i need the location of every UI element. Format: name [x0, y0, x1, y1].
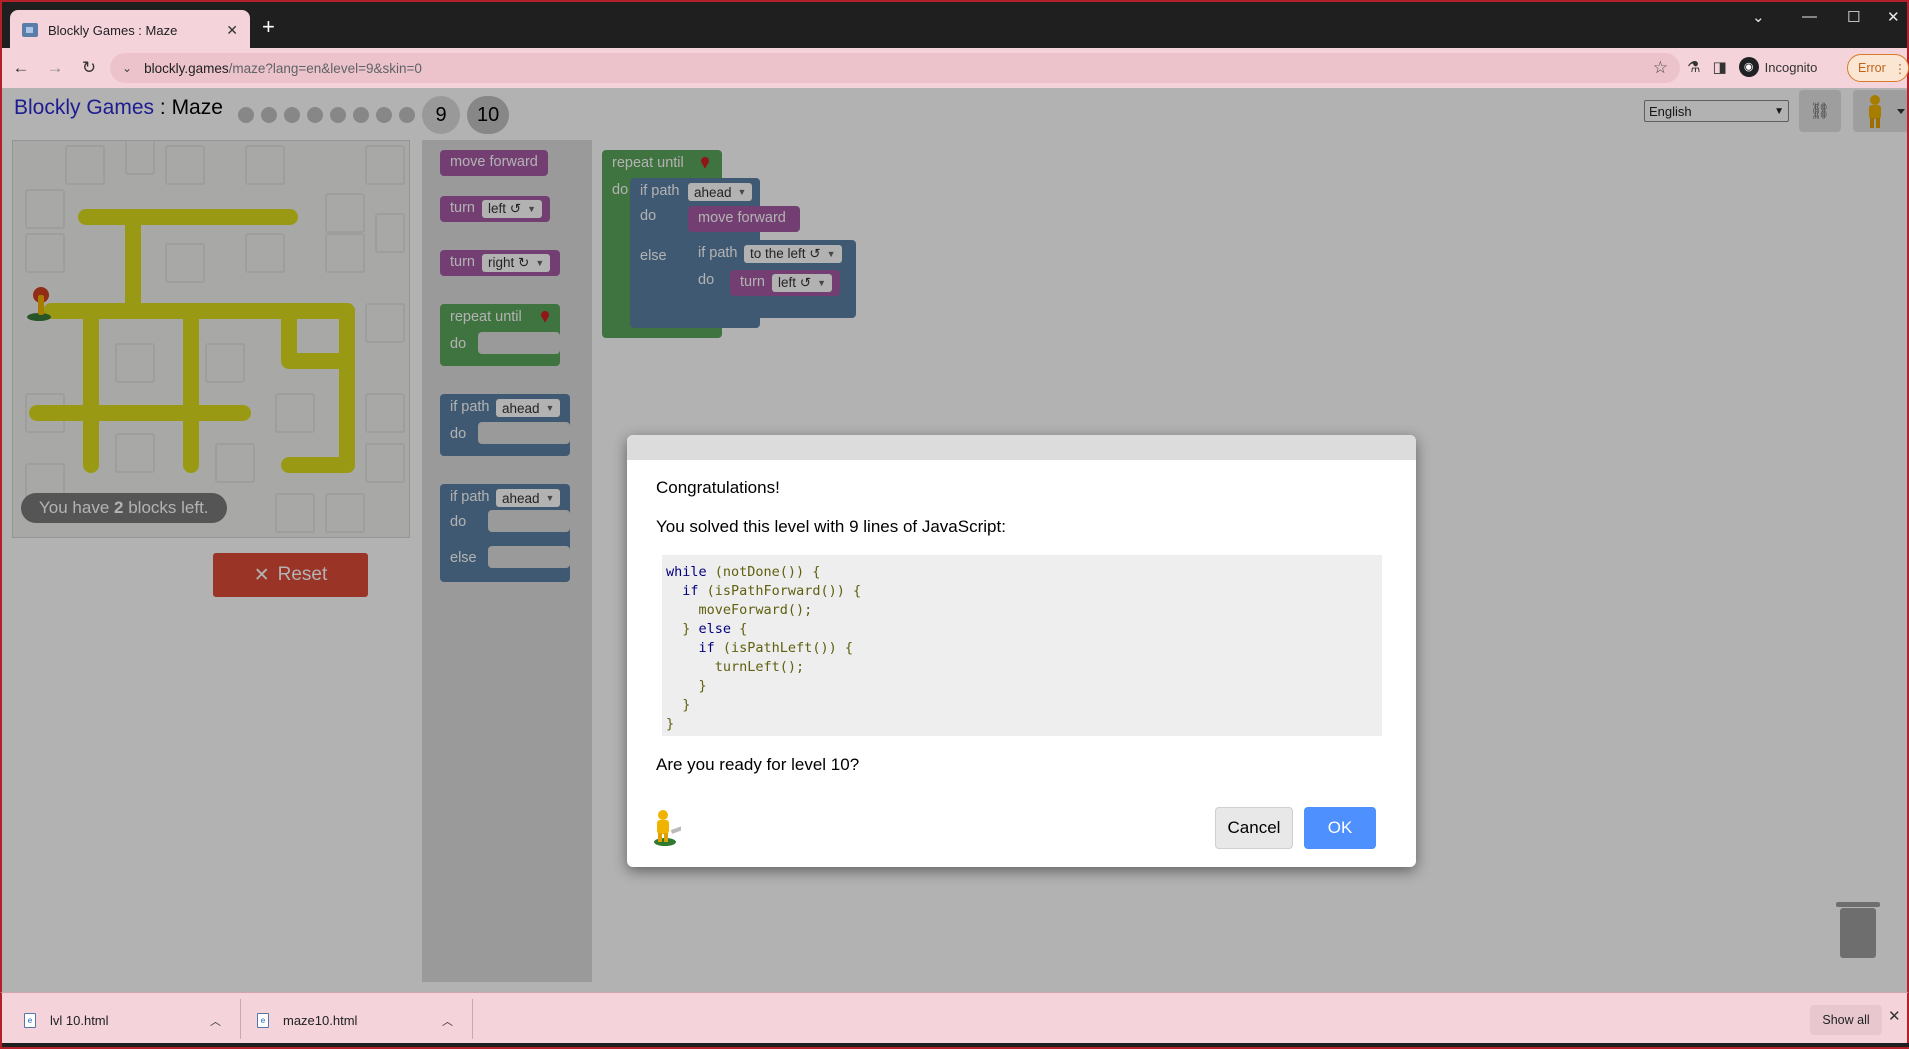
incognito-label: Incognito — [1764, 59, 1818, 75]
url-host: blockly.games — [144, 60, 229, 76]
forward-icon[interactable]: → — [40, 58, 70, 78]
download-item-1[interactable]: e lvl 10.html — [24, 1005, 109, 1035]
bookmark-star-icon[interactable]: ☆ — [1653, 58, 1668, 78]
code-line: moveForward(); — [666, 602, 813, 618]
download-item-2-name: maze10.html — [283, 1012, 358, 1028]
code-line: if (isPathLeft()) { — [698, 640, 853, 656]
error-label: Error — [1858, 61, 1886, 75]
code-line: if (isPathForward()) { — [682, 583, 862, 599]
dialog-solved-text: You solved this level with 9 lines of Ja… — [656, 517, 1006, 536]
close-tab-icon[interactable]: ✕ — [226, 22, 238, 39]
incognito-icon: ◉ — [1738, 57, 1759, 77]
code-line: } — [666, 678, 707, 694]
browser-tab-bar: Blockly Games : Maze ✕ + ⌄ — ☐ ✕ — [0, 0, 1909, 50]
code-line: while (notDone()) { — [666, 564, 821, 580]
close-downloads-icon[interactable]: ✕ — [1888, 1007, 1901, 1025]
minimize-icon[interactable]: — — [1802, 8, 1817, 25]
code-line: turnLeft(); — [666, 659, 805, 675]
html-file-icon: e — [24, 1012, 36, 1028]
labs-flask-icon[interactable]: ⚗ — [1687, 58, 1700, 76]
congratulations-dialog: Congratulations! You solved this level w… — [627, 435, 1416, 867]
taskbar-strip — [2, 1043, 1909, 1047]
menu-dots-icon[interactable]: ⋮ — [1894, 61, 1907, 76]
dialog-congrats-text: Congratulations! — [656, 478, 780, 497]
back-icon[interactable]: ← — [6, 58, 36, 78]
download-item-2[interactable]: e maze10.html — [257, 1005, 357, 1035]
chevron-up-icon[interactable]: ︿ — [442, 1013, 453, 1029]
tab-search-icon[interactable]: ⌄ — [1752, 8, 1765, 26]
incognito-indicator[interactable]: ◉ Incognito — [1738, 57, 1818, 77]
downloads-bar: e lvl 10.html ︿ e maze10.html ︿ Show all… — [0, 992, 1909, 1049]
tab-title: Blockly Games : Maze — [48, 22, 178, 38]
pegman-icon — [654, 810, 681, 846]
close-window-icon[interactable]: ✕ — [1887, 8, 1900, 26]
show-all-downloads-button[interactable]: Show all — [1810, 1005, 1882, 1035]
download-item-1-name: lvl 10.html — [50, 1012, 109, 1028]
dialog-header — [627, 435, 1416, 460]
javascript-code-block: while (notDone()) { if (isPathForward())… — [662, 555, 1382, 736]
url-path: /maze?lang=en&level=9&skin=0 — [228, 60, 422, 76]
html-file-icon: e — [257, 1012, 269, 1028]
blockly-favicon-icon — [22, 23, 38, 37]
reload-icon[interactable]: ↻ — [74, 58, 104, 78]
side-panel-icon[interactable]: ◨ — [1712, 58, 1726, 76]
browser-toolbar: ← → ↻ ⌄ blockly.games/maze?lang=en&level… — [0, 48, 1909, 88]
dialog-ready-text: Are you ready for level 10? — [656, 755, 860, 774]
code-line: } — [666, 716, 675, 732]
address-bar[interactable]: ⌄ blockly.games/maze?lang=en&level=9&ski… — [110, 53, 1680, 83]
ok-button[interactable]: OK — [1304, 807, 1376, 849]
browser-tab[interactable]: Blockly Games : Maze ✕ — [10, 10, 250, 50]
code-line: } else { — [666, 621, 748, 637]
code-line: } — [666, 697, 691, 713]
cancel-button[interactable]: Cancel — [1215, 807, 1293, 849]
chevron-up-icon[interactable]: ︿ — [210, 1013, 221, 1029]
profile-error-button[interactable]: Error ⋮ — [1847, 54, 1909, 82]
site-info-icon[interactable]: ⌄ — [122, 61, 132, 75]
new-tab-button[interactable]: + — [262, 14, 275, 40]
maximize-icon[interactable]: ☐ — [1847, 8, 1860, 26]
